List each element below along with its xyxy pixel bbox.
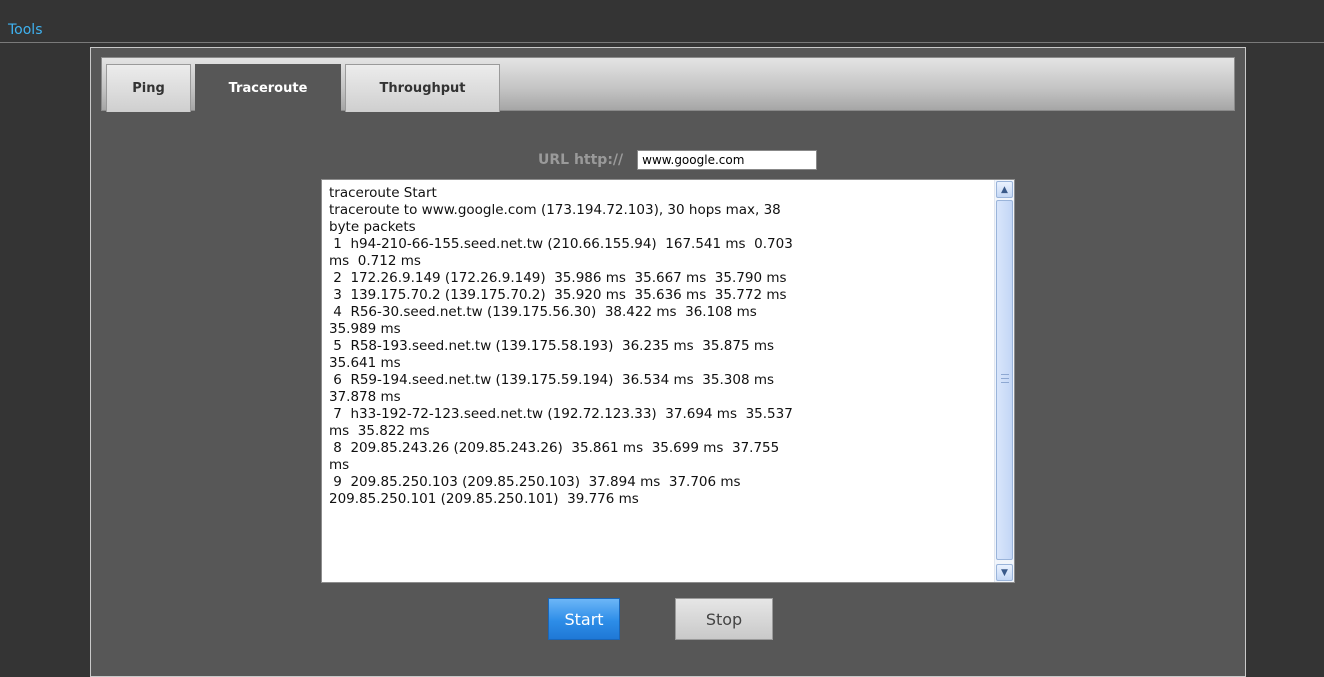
output-line: traceroute to www.google.com (173.194.72… xyxy=(329,202,781,218)
grip-icon xyxy=(1001,374,1009,383)
tab-ping[interactable]: Ping xyxy=(106,64,191,112)
output-line: traceroute Start xyxy=(329,185,437,201)
tab-throughput[interactable]: Throughput xyxy=(345,64,500,112)
url-label: URL http:// xyxy=(538,152,624,168)
output-line: 35.989 ms xyxy=(329,321,401,337)
tools-panel: Ping Traceroute Throughput URL http:// t… xyxy=(90,47,1246,677)
output-line: ms 0.712 ms xyxy=(329,253,421,269)
output-line: ms 35.822 ms xyxy=(329,423,430,439)
tab-bar: Ping Traceroute Throughput xyxy=(101,57,1235,113)
output-line: 37.878 ms xyxy=(329,389,401,405)
url-row: URL http:// xyxy=(538,148,818,172)
output-line: 1 h94-210-66-155.seed.net.tw (210.66.155… xyxy=(329,236,793,252)
output-line: 3 139.175.70.2 (139.175.70.2) 35.920 ms … xyxy=(329,287,787,303)
scroll-down-icon[interactable]: ▼ xyxy=(996,564,1013,581)
output-line: 9 209.85.250.103 (209.85.250.103) 37.894… xyxy=(329,474,741,490)
stop-button[interactable]: Stop xyxy=(675,598,773,640)
output-text: traceroute Start traceroute to www.google… xyxy=(322,180,994,582)
output-line: 5 R58-193.seed.net.tw (139.175.58.193) 3… xyxy=(329,338,775,354)
page-title: Tools xyxy=(8,22,43,38)
output-line: 209.85.250.101 (209.85.250.101) 39.776 m… xyxy=(329,491,639,507)
traceroute-output[interactable]: traceroute Start traceroute to www.google… xyxy=(321,179,1015,583)
output-line: 6 R59-194.seed.net.tw (139.175.59.194) 3… xyxy=(329,372,775,388)
output-line: 2 172.26.9.149 (172.26.9.149) 35.986 ms … xyxy=(329,270,787,286)
output-line: 7 h33-192-72-123.seed.net.tw (192.72.123… xyxy=(329,406,793,422)
output-scrollbar[interactable]: ▲ ▼ xyxy=(994,180,1014,582)
scroll-thumb[interactable] xyxy=(996,200,1013,560)
output-line: 35.641 ms xyxy=(329,355,401,371)
output-line: ms xyxy=(329,457,350,473)
output-line: 4 R56-30.seed.net.tw (139.175.56.30) 38.… xyxy=(329,304,757,320)
start-button[interactable]: Start xyxy=(548,598,620,640)
tab-traceroute[interactable]: Traceroute xyxy=(195,64,341,113)
output-line: 8 209.85.243.26 (209.85.243.26) 35.861 m… xyxy=(329,440,780,456)
url-input[interactable] xyxy=(637,150,818,170)
scroll-up-icon[interactable]: ▲ xyxy=(996,181,1013,198)
output-line: byte packets xyxy=(329,219,416,235)
top-bar: Tools xyxy=(0,0,1324,43)
